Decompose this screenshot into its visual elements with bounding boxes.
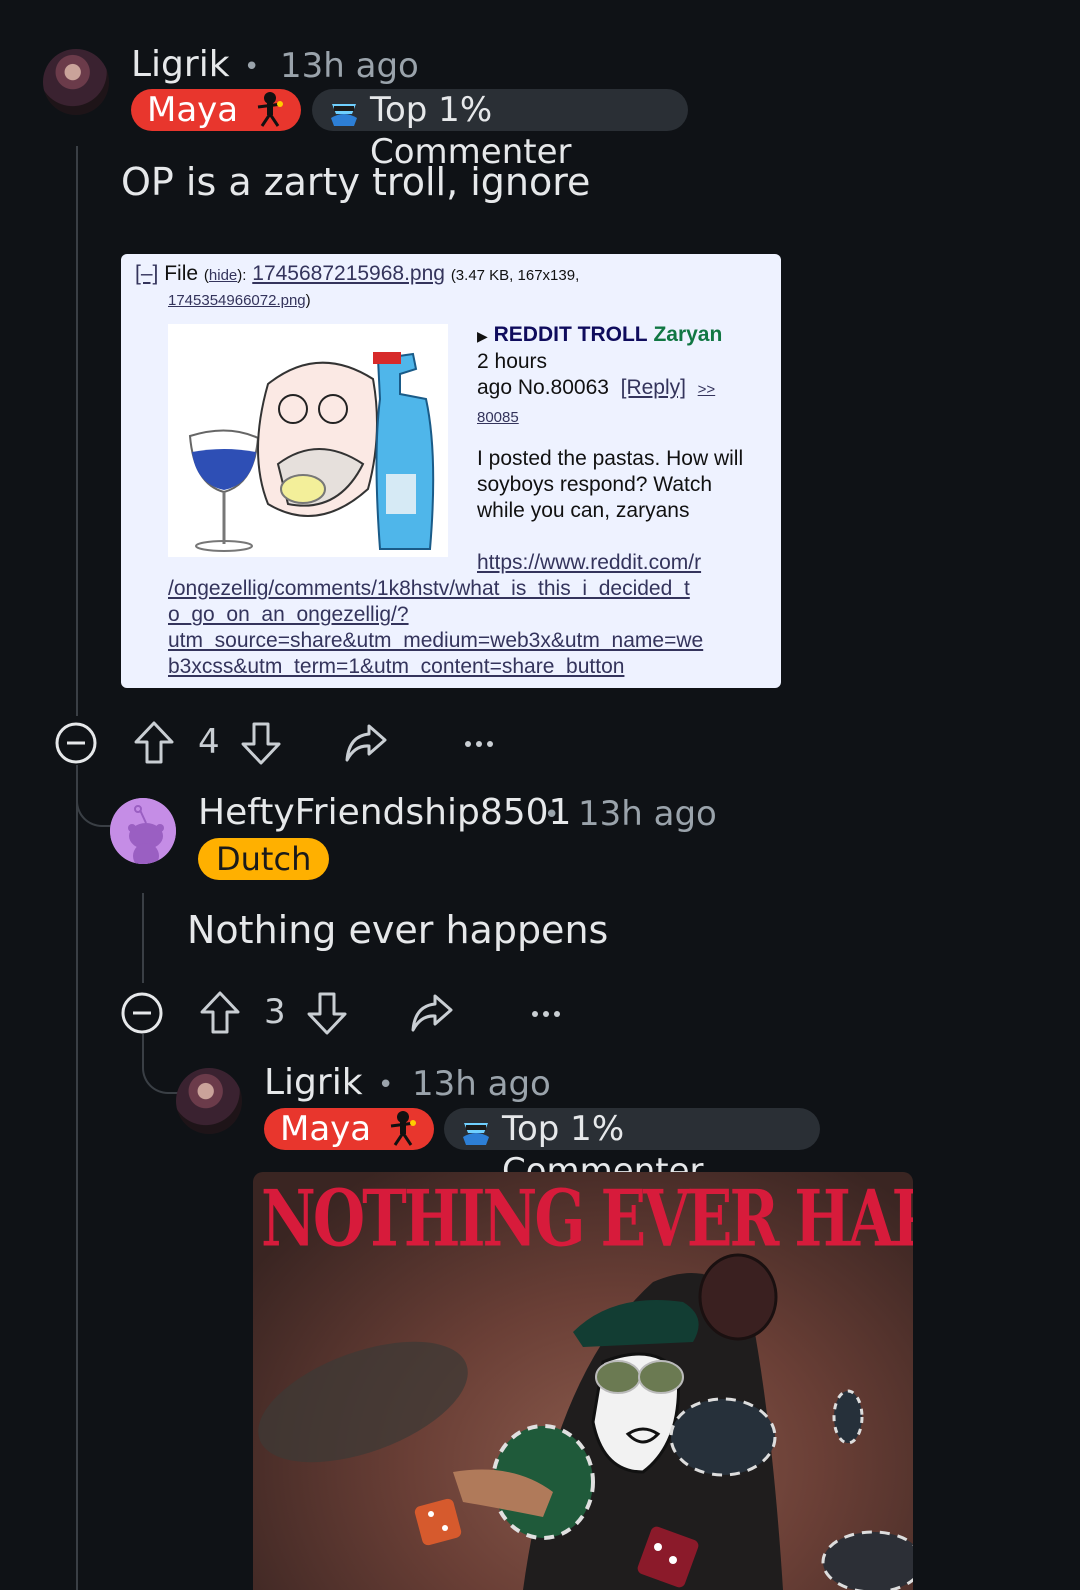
comment-username[interactable]: Ligrik <box>264 1062 363 1103</box>
upvote-icon[interactable] <box>132 720 176 770</box>
file-meta: (3.47 KB, 167x139, <box>450 267 580 284</box>
vote-count: 4 <box>198 722 220 762</box>
separator-dot: • <box>378 1070 394 1100</box>
quote-number-link[interactable]: 80085 <box>477 409 519 426</box>
thread-curve-3 <box>142 1034 178 1094</box>
comment-username[interactable]: Ligrik <box>131 44 230 85</box>
share-icon[interactable] <box>343 722 389 768</box>
flair-label: Maya <box>280 1109 372 1149</box>
post-time-2: ago No.80063 <box>477 376 609 399</box>
collapse-icon[interactable] <box>120 991 164 1039</box>
comment-time: 13h ago <box>280 46 419 86</box>
quote-arrow-link[interactable]: >> <box>698 381 716 398</box>
file-info-line: [–] File (hide): 1745687215968.png (3.47… <box>135 262 580 285</box>
collapse-icon[interactable] <box>54 721 98 769</box>
thread-line-1b[interactable] <box>76 765 78 1590</box>
post-header: ▶ REDDIT TROLL Zaryan 2 hours ago No.800… <box>477 322 767 431</box>
orig-filename-line: 1745354966072.png) <box>168 292 311 309</box>
post-url-1[interactable]: https://www.reddit.com/r <box>477 551 701 574</box>
comment-body: Nothing ever happens <box>187 908 609 952</box>
post-url-2[interactable]: /ongezellig/comments/1k8hstv/what_is_thi… <box>168 577 690 600</box>
post-url-4[interactable]: utm_source=share&utm_medium=web3x&utm_na… <box>168 629 703 652</box>
filename-link[interactable]: 1745687215968.png <box>252 262 445 285</box>
maya-figure-icon <box>386 1111 420 1157</box>
comment-username[interactable]: HeftyFriendship8501 <box>198 792 571 833</box>
flair-label: Maya <box>147 90 239 130</box>
thread-curve-2 <box>76 765 112 827</box>
thread-line-1[interactable] <box>76 146 78 716</box>
downvote-icon[interactable] <box>239 720 283 770</box>
maya-figure-icon <box>253 92 287 138</box>
post-time-1: 2 hours <box>477 350 548 373</box>
post-thumbnail[interactable] <box>168 324 448 557</box>
more-icon[interactable] <box>463 735 495 754</box>
user-flair-dutch: Dutch <box>198 838 330 880</box>
hide-link[interactable]: hide <box>209 267 237 284</box>
post-author: Zaryan <box>653 323 723 346</box>
orig-filename-link[interactable]: 1745354966072.png <box>168 292 306 309</box>
embedded-post-card: [–] File (hide): 1745687215968.png (3.47… <box>121 254 781 688</box>
separator-dot: • <box>544 800 560 830</box>
vote-count: 3 <box>264 992 286 1032</box>
top-commenter-icon <box>460 1115 492 1157</box>
post-url-5[interactable]: b3xcss&utm_term=1&utm_content=share_butt… <box>168 655 624 678</box>
paren: ) <box>305 292 311 309</box>
downvote-icon[interactable] <box>305 990 349 1040</box>
comment-time: 13h ago <box>578 794 717 834</box>
user-flair-maya: Maya <box>131 89 301 131</box>
snoo-avatar-icon[interactable] <box>110 798 176 864</box>
more-icon[interactable] <box>530 1005 562 1024</box>
separator-dot: • <box>244 52 260 82</box>
post-url-3[interactable]: o_go_on_an_ongezellig/? <box>168 603 409 626</box>
avatar[interactable] <box>176 1068 242 1134</box>
post-subject: REDDIT TROLL <box>493 323 648 346</box>
post-arrow: ▶ <box>477 328 488 344</box>
collapse-toggle[interactable]: [–] <box>135 262 158 285</box>
user-flair-top-commenter: Top 1% Commenter <box>312 89 688 172</box>
post-text: I posted the pastas. How will soyboys re… <box>477 447 744 522</box>
avatar[interactable] <box>43 49 109 115</box>
comment-body: OP is a zarty troll, ignore <box>121 160 591 204</box>
share-icon[interactable] <box>409 992 455 1038</box>
user-flair-top-commenter: Top 1% Commenter <box>444 1108 820 1191</box>
reply-link[interactable]: [Reply] <box>621 376 686 399</box>
top-commenter-icon <box>328 96 360 138</box>
comment-image[interactable]: NOTHING EVER HAPPENS... <box>253 1172 913 1590</box>
thread-line-2[interactable] <box>142 893 144 983</box>
user-flair-maya: Maya <box>264 1108 434 1150</box>
upvote-icon[interactable] <box>198 990 242 1040</box>
comment-time: 13h ago <box>412 1064 551 1104</box>
post-url-line: https://www.reddit.com/r <box>477 550 701 576</box>
post-url-block: /ongezellig/comments/1k8hstv/what_is_thi… <box>168 576 703 680</box>
file-label: File <box>164 262 199 285</box>
